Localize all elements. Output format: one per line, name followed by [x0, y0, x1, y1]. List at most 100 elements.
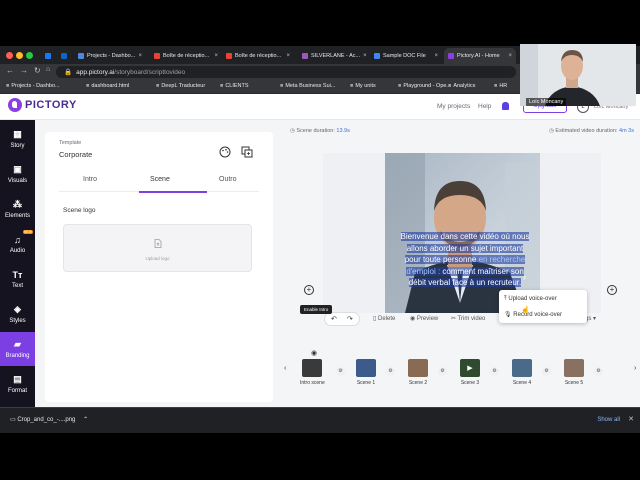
sidebar-item-elements[interactable]: ⁂ Elements: [0, 192, 35, 226]
browser-tab[interactable]: Boîte de réceptio... ×: [222, 48, 294, 64]
bookmark-item[interactable]: ■ CLIENTS: [220, 83, 249, 89]
bookmark-item[interactable]: ■ Playground - Ope...: [398, 83, 451, 89]
bookmark-icon: ■: [156, 83, 160, 89]
scene-settings-icon[interactable]: ⚙: [336, 367, 345, 376]
microphone-icon: 🎙: [504, 312, 512, 318]
browser-tab[interactable]: Sample DOC File ×: [370, 48, 442, 64]
timeline-scene[interactable]: Scene 5: [564, 359, 584, 386]
bookmark-label: Meta Business Sui...: [285, 83, 336, 89]
scene-thumbnail: [408, 359, 428, 377]
close-tab-icon[interactable]: ×: [283, 53, 290, 59]
palette-icon[interactable]: [219, 145, 231, 158]
tab-scene[interactable]: Scene: [150, 176, 170, 183]
scene-settings-icon[interactable]: ⚙: [386, 367, 395, 376]
browser-tab[interactable]: Boîte de réceptio... ×: [150, 48, 222, 64]
upload-voiceover-option[interactable]: ⤒ Upload voice-over: [504, 296, 557, 303]
scene-settings-icon[interactable]: ⚙: [594, 367, 603, 376]
reload-icon[interactable]: ↻: [34, 66, 41, 75]
timeline-scene[interactable]: Scene 1: [356, 359, 376, 386]
bookmark-item[interactable]: ■ Meta Business Sui...: [280, 83, 335, 89]
bookmark-icon: ■: [220, 83, 224, 89]
close-tab-icon[interactable]: ×: [135, 53, 142, 59]
close-window-icon[interactable]: [6, 52, 13, 59]
timer-icon: ◷: [549, 128, 554, 134]
timeline-scroll-right-icon[interactable]: ›: [634, 365, 636, 372]
sidebar-item-branding[interactable]: ▰ Branding: [0, 332, 35, 366]
copy-template-icon[interactable]: [241, 145, 253, 158]
maximize-window-icon[interactable]: [26, 52, 33, 59]
pictory-logo-icon: [8, 98, 22, 112]
sidebar-item-styles[interactable]: ◈ Styles: [0, 297, 35, 331]
bookmark-item[interactable]: ■ Analytics: [448, 83, 475, 89]
close-tab-icon[interactable]: ×: [211, 53, 218, 59]
scene-settings-icon[interactable]: ⚙: [490, 367, 499, 376]
pinned-tab-linkedin[interactable]: [58, 48, 72, 64]
pictory-logo[interactable]: PICTORY: [8, 98, 77, 112]
bookmark-item[interactable]: ■ Projects - Dashbo...: [6, 83, 60, 89]
close-downloads-icon[interactable]: ✕: [628, 415, 634, 423]
bookmark-item[interactable]: ■ dashboard.html: [86, 83, 129, 89]
bookmark-item[interactable]: ■ HR: [494, 83, 507, 89]
timeline-scene[interactable]: Intro scene: [300, 359, 325, 386]
styles-icon: ◈: [14, 304, 21, 314]
tab-favicon-icon: [226, 53, 232, 59]
tab-intro[interactable]: Intro: [83, 176, 97, 183]
timeline-scene[interactable]: Scene 2: [408, 359, 428, 386]
sidebar-item-label: Audio: [9, 248, 26, 254]
bookmark-label: Playground - Ope...: [403, 83, 452, 89]
scene-thumbnail: ▶: [460, 359, 480, 377]
bookmark-item[interactable]: ■ My units: [350, 83, 376, 89]
hidden-eye-icon[interactable]: ◉: [311, 349, 317, 357]
tab-favicon-icon: [374, 53, 380, 59]
browser-tab-label: Boîte de réceptio...: [235, 53, 282, 59]
browser-tab[interactable]: Projects - Dashbo... ×: [74, 48, 146, 64]
browser-tab[interactable]: Pictory.AI - Home ×: [444, 48, 516, 64]
sidebar-item-visuals[interactable]: ▣ Visuals: [0, 157, 35, 191]
close-tab-icon[interactable]: ×: [505, 53, 512, 59]
tab-favicon-icon: [78, 53, 84, 59]
url-input[interactable]: 🔒 app.pictory.ai/storyboard/scripttovide…: [56, 66, 516, 78]
scene-settings-icon[interactable]: ⚙: [542, 367, 551, 376]
minimize-window-icon[interactable]: [16, 52, 23, 59]
scene-label: Intro scene: [300, 380, 325, 386]
delete-button[interactable]: ▯ Delete: [373, 315, 395, 322]
pinned-tab-facebook[interactable]: [42, 48, 56, 64]
caption-line: d'emploi :: [406, 266, 443, 276]
next-scene-arrow-icon[interactable]: ›: [523, 272, 526, 282]
show-all-downloads-button[interactable]: Show all: [597, 417, 620, 423]
video-caption[interactable]: Bienvenue dans cette vidéo où nous allons…: [395, 231, 535, 289]
sidebar-item-label: Visuals: [7, 178, 28, 184]
sidebar-item-format[interactable]: ▤ Format: [0, 367, 35, 401]
tab-outro[interactable]: Outro: [219, 176, 237, 183]
sidebar-item-audio[interactable]: ♫ Audio NEW: [0, 227, 35, 261]
record-voiceover-option[interactable]: 🎙 Record voice-over: [504, 311, 562, 318]
timeline-scene[interactable]: ▶ Scene 3: [460, 359, 480, 386]
notification-bell-icon[interactable]: [502, 102, 509, 110]
browser-tab[interactable]: SILVERLANE - Ac... ×: [298, 48, 370, 64]
scene-settings-icon[interactable]: ⚙: [438, 367, 447, 376]
trim-video-button[interactable]: ✂ Trim video: [451, 315, 485, 322]
template-value[interactable]: Corporate: [59, 150, 92, 159]
help-link[interactable]: Help: [478, 103, 491, 110]
chevron-down-icon: ▾: [593, 316, 597, 322]
timeline-scene[interactable]: Scene 4: [512, 359, 532, 386]
close-tab-icon[interactable]: ×: [431, 53, 438, 59]
home-icon[interactable]: ⌂: [46, 66, 50, 73]
estimated-duration-value: 4m 3s: [619, 128, 634, 134]
timeline-scroll-left-icon[interactable]: ‹: [284, 365, 286, 372]
sidebar-item-story[interactable]: ▦ Story: [0, 122, 35, 156]
bookmark-icon: ■: [494, 83, 498, 89]
download-item[interactable]: ▭ Crop_and_co_-....png ⌃: [10, 416, 88, 423]
sidebar-item-label: Branding: [5, 353, 30, 359]
forward-icon[interactable]: →: [20, 66, 28, 75]
preview-button[interactable]: ◉ Preview: [410, 315, 438, 322]
my-projects-link[interactable]: My projects: [437, 103, 470, 110]
add-scene-after-icon[interactable]: +: [607, 285, 617, 295]
back-icon[interactable]: ←: [6, 66, 14, 75]
add-scene-before-icon[interactable]: +: [304, 285, 314, 295]
bookmark-item[interactable]: ■ DeepL Traducteur: [156, 83, 205, 89]
scene-thumbnail: [356, 359, 376, 377]
upload-logo-dropzone[interactable]: Upload logo: [63, 224, 252, 272]
close-tab-icon[interactable]: ×: [360, 53, 367, 59]
sidebar-item-text[interactable]: Tт Text: [0, 262, 35, 296]
